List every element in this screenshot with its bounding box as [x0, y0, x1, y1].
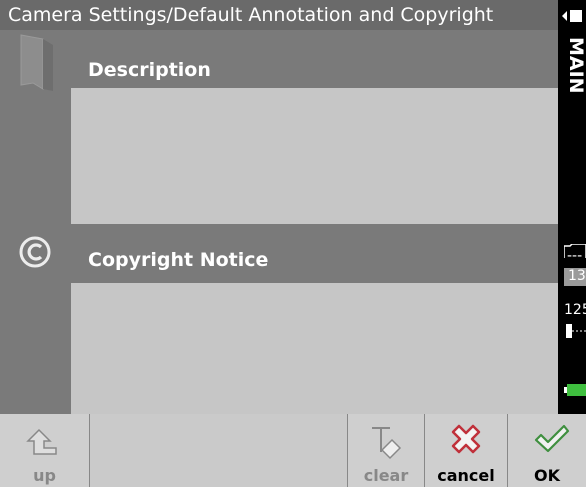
- up-arrow-icon: [26, 428, 57, 455]
- battery-icon: [564, 384, 586, 396]
- document-icon: [20, 34, 53, 91]
- ok-button[interactable]: OK: [508, 414, 586, 487]
- folder-top-text: ---: [567, 248, 583, 264]
- clear-label: clear: [363, 466, 409, 485]
- cancel-x-icon: [451, 424, 481, 454]
- clear-button[interactable]: clear: [348, 414, 425, 487]
- up-button[interactable]: up: [0, 414, 90, 487]
- ok-label: OK: [534, 466, 560, 485]
- cancel-button[interactable]: cancel: [425, 414, 508, 487]
- toolbar-empty-area: [90, 414, 348, 487]
- shutter-value: 125: [564, 302, 586, 318]
- description-field[interactable]: [71, 88, 558, 224]
- window-title: Camera Settings/Default Annotation and C…: [0, 0, 558, 30]
- main-tab-icon: [562, 10, 582, 22]
- folder-number: 13: [568, 268, 586, 284]
- main-tab-label: MAIN: [565, 37, 586, 94]
- copyright-field[interactable]: [71, 283, 558, 414]
- eraser-icon: [372, 427, 402, 460]
- checkmark-icon: [534, 424, 570, 453]
- cancel-label: cancel: [437, 466, 495, 485]
- copyright-label: Copyright Notice: [88, 249, 269, 271]
- description-label: Description: [88, 59, 211, 81]
- main-tab[interactable]: MAIN: [558, 0, 586, 112]
- exposure-meter-icon: [566, 324, 586, 338]
- status-sidebar: MAIN --- 13 125: [558, 0, 586, 414]
- up-label: up: [33, 466, 56, 485]
- settings-panel: Camera Settings/Default Annotation and C…: [0, 0, 558, 414]
- folder-number-badge: 13: [564, 268, 586, 286]
- copyright-icon: [19, 236, 51, 268]
- bottom-toolbar: up clear cancel OK: [0, 414, 586, 487]
